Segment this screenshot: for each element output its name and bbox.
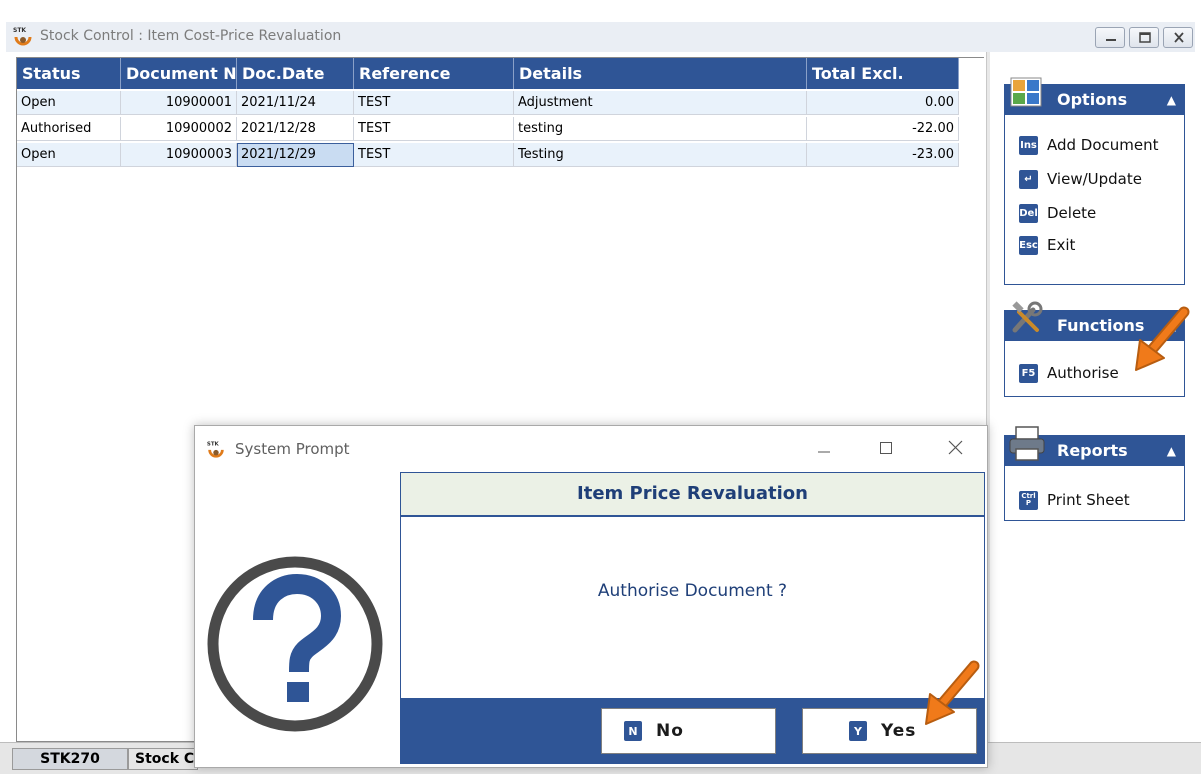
maximize-icon (880, 442, 892, 454)
table-row[interactable]: Authorised 10900002 2021/12/28 TEST test… (17, 117, 959, 141)
app-logo-icon: STK (13, 27, 32, 46)
restore-button[interactable] (1129, 27, 1159, 48)
y-key-icon: Y (849, 721, 867, 741)
escape-key-icon: Esc (1019, 235, 1038, 255)
add-document-label: Add Document (1047, 136, 1159, 154)
cell-details: Testing (514, 143, 807, 167)
cell-details: testing (514, 117, 807, 141)
cell-document-number: 10900002 (121, 117, 237, 141)
minimize-icon (818, 451, 830, 453)
cell-status: Open (17, 91, 121, 115)
column-header-reference[interactable]: Reference (354, 58, 514, 89)
pointer-arrow-icon (925, 660, 980, 725)
exit-label: Exit (1047, 236, 1076, 254)
dialog-title: System Prompt (235, 440, 350, 458)
ctrl-p-key-icon: Ctrl P (1019, 490, 1038, 510)
program-code: STK270 (12, 748, 128, 770)
insert-key-icon: Ins (1019, 135, 1038, 155)
cell-total-excl: -22.00 (807, 117, 959, 141)
column-header-status[interactable]: Status (17, 58, 121, 89)
exit-button[interactable]: Esc Exit (1019, 233, 1075, 257)
yes-label: Yes (881, 721, 917, 741)
dialog-close-button[interactable] (941, 434, 971, 462)
question-mark-icon (207, 556, 383, 732)
close-button[interactable] (1163, 27, 1193, 48)
column-header-details[interactable]: Details (514, 58, 807, 89)
dialog-content: Item Price Revaluation Authorise Documen… (400, 472, 985, 764)
dialog-maximize-button[interactable] (871, 434, 901, 462)
n-key-icon: N (624, 721, 642, 741)
svg-text:STK: STK (207, 441, 220, 447)
no-label: No (656, 721, 684, 741)
authorise-button[interactable]: F5 Authorise (1019, 361, 1119, 385)
app-logo-icon: STK (207, 441, 224, 458)
grid-header: Status Document N Doc.Date Reference Det… (17, 58, 959, 89)
cell-details: Adjustment (514, 91, 807, 115)
collapse-chevron-icon[interactable]: ▲ (1167, 93, 1176, 107)
cell-doc-date-selected[interactable]: 2021/12/29 (237, 143, 354, 167)
no-button[interactable]: N No (601, 708, 776, 754)
enter-key-icon: ↵ (1019, 169, 1038, 189)
dialog-minimize-button[interactable] (809, 434, 839, 462)
reports-panel-title: Reports (1057, 441, 1128, 460)
svg-text:STK: STK (13, 27, 26, 34)
minimize-icon (1106, 39, 1116, 41)
view-update-button[interactable]: ↵ View/Update (1019, 167, 1142, 191)
cell-total-excl: 0.00 (807, 91, 959, 115)
delete-button[interactable]: Del Delete (1019, 201, 1096, 225)
delete-label: Delete (1047, 204, 1097, 222)
table-row[interactable]: Open 10900003 2021/12/29 TEST Testing -2… (17, 143, 959, 167)
cell-doc-date: 2021/11/24 (237, 91, 354, 115)
cell-doc-date: 2021/12/28 (237, 117, 354, 141)
system-prompt-dialog: STK System Prompt Item Price Revaluation… (194, 425, 988, 768)
column-header-total-excl[interactable]: Total Excl. (807, 58, 959, 89)
cell-reference: TEST (354, 143, 514, 167)
window-title: Stock Control : Item Cost-Price Revaluat… (40, 28, 342, 44)
cell-total-excl: -23.00 (807, 143, 959, 167)
cell-document-number: 10900003 (121, 143, 237, 167)
cell-reference: TEST (354, 91, 514, 115)
cell-document-number: 10900001 (121, 91, 237, 115)
reports-panel: Reports ▲ Ctrl P Print Sheet (1004, 426, 1185, 521)
table-row[interactable]: Open 10900001 2021/11/24 TEST Adjustment… (17, 91, 959, 115)
view-update-label: View/Update (1047, 170, 1142, 188)
cell-reference: TEST (354, 117, 514, 141)
delete-key-icon: Del (1019, 203, 1038, 223)
dialog-message: Authorise Document ? (597, 581, 788, 601)
options-panel: Options ▲ Ins Add Document ↵ View/Update… (1004, 77, 1185, 285)
module-name: Stock C (128, 748, 198, 770)
printer-icon (1009, 426, 1045, 461)
cell-status: Authorised (17, 117, 121, 141)
options-panel-title: Options (1057, 90, 1128, 109)
restore-icon (1139, 32, 1151, 43)
add-document-button[interactable]: Ins Add Document (1019, 133, 1159, 157)
print-sheet-label: Print Sheet (1047, 491, 1130, 509)
column-header-document-number[interactable]: Document N (121, 58, 237, 89)
authorise-label: Authorise (1047, 364, 1119, 382)
minimize-button[interactable] (1095, 27, 1125, 48)
side-panel: Options ▲ Ins Add Document ↵ View/Update… (990, 52, 1195, 742)
dialog-header: Item Price Revaluation (401, 473, 984, 517)
close-icon (1174, 32, 1184, 43)
f5-key-icon: F5 (1019, 363, 1038, 383)
print-sheet-button[interactable]: Ctrl P Print Sheet (1019, 488, 1130, 512)
close-icon (948, 440, 963, 455)
tools-icon (1012, 301, 1043, 333)
grid-options-icon (1010, 77, 1042, 107)
dialog-button-bar: N No Y Yes (401, 698, 984, 763)
pointer-arrow-icon (1135, 306, 1190, 371)
column-header-doc-date[interactable]: Doc.Date (237, 58, 354, 89)
cell-status: Open (17, 143, 121, 167)
collapse-chevron-icon[interactable]: ▲ (1167, 444, 1176, 458)
